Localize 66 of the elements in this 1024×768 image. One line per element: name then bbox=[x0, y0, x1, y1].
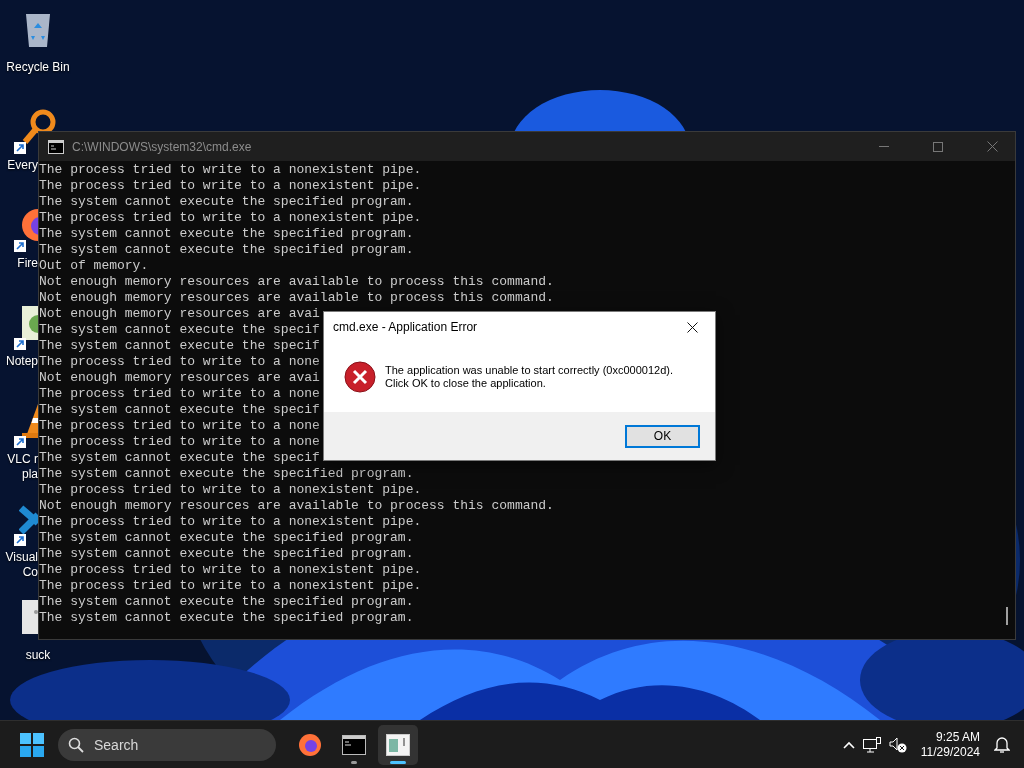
clock[interactable]: 9:25 AM 11/29/2024 bbox=[920, 730, 980, 759]
console-line: The system cannot execute the specified program. bbox=[39, 594, 414, 610]
desktop-icon-label[interactable]: Fire bbox=[0, 256, 38, 271]
clock-time: 9:25 AM bbox=[935, 730, 980, 744]
console-line: The process tried to write to a nonexistent pipe. bbox=[39, 578, 422, 594]
dialog-title: cmd.exe - Application Error bbox=[333, 320, 478, 334]
desktop-icon-label[interactable]: Notep bbox=[0, 354, 38, 369]
speaker-muted-icon[interactable] bbox=[888, 736, 907, 753]
network-icon[interactable] bbox=[862, 736, 881, 753]
console-line: The process tried to write to a nonexistent pipe. bbox=[39, 562, 422, 578]
globe-icon bbox=[298, 732, 322, 757]
traffic-cone-icon bbox=[19, 402, 38, 440]
error-icon bbox=[344, 361, 376, 393]
minimize-icon bbox=[879, 146, 889, 147]
console-line: The system cannot execute the specified program. bbox=[39, 546, 414, 562]
console-line: The process tried to write to a nonexistent pipe. bbox=[39, 482, 422, 498]
desktop-icon-label[interactable]: Every bbox=[0, 158, 38, 173]
scroll-thumb[interactable] bbox=[1006, 607, 1008, 625]
console-line: The process tried to write to a nonexistent pipe. bbox=[39, 514, 422, 530]
desktop-icon-label[interactable]: Visual Co bbox=[0, 550, 38, 580]
console-line: The process tried to write to a none bbox=[39, 418, 320, 434]
search-icon bbox=[68, 736, 84, 753]
file-icon bbox=[19, 598, 38, 636]
console-line: The process tried to write to a nonexistent pipe. bbox=[39, 178, 422, 194]
console-line: The process tried to write to a nonexistent pipe. bbox=[39, 210, 422, 226]
console-line: The system cannot execute the specif bbox=[39, 322, 320, 338]
search-field[interactable]: Search bbox=[58, 728, 276, 761]
console-line: The process tried to write to a none bbox=[39, 434, 320, 450]
console-line: The system cannot execute the specified program. bbox=[39, 530, 414, 546]
ok-button[interactable]: OK bbox=[625, 424, 700, 448]
clock-date: 11/29/2024 bbox=[920, 745, 980, 759]
maximize-icon bbox=[933, 141, 943, 152]
console-line: The system cannot execute the specified program. bbox=[39, 610, 414, 626]
console-line: Not enough memory resources are available to process this command. bbox=[39, 290, 554, 306]
start-icon[interactable] bbox=[20, 732, 44, 757]
desktop-icon-label[interactable]: suck bbox=[25, 648, 51, 663]
taskbar-app-button[interactable] bbox=[378, 724, 418, 765]
desktop-icon-label[interactable]: Recycle Bin bbox=[6, 60, 70, 75]
desktop-icon-label[interactable]: VLC r pla bbox=[0, 452, 38, 482]
console-line: Not enough memory resources are available to process this command. bbox=[39, 274, 554, 290]
running-indicator bbox=[351, 760, 357, 764]
console-line: Not enough memory resources are available to process this command. bbox=[39, 498, 554, 514]
terminal-icon bbox=[342, 734, 366, 755]
close-icon bbox=[686, 321, 698, 333]
console-line: The process tried to write to a nonexistent pipe. bbox=[39, 162, 422, 178]
running-indicator bbox=[390, 760, 406, 764]
error-message: The application was unable to start correctly (0xc000012d). Click OK to close the application. bbox=[385, 364, 673, 390]
console-app-icon bbox=[48, 139, 64, 154]
console-line: The process tried to write to a none bbox=[39, 354, 320, 370]
notepad-icon bbox=[386, 733, 410, 756]
notepad-icon bbox=[19, 304, 38, 342]
console-line: Not enough memory resources are avai bbox=[39, 306, 320, 322]
console-line: The system cannot execute the specif bbox=[39, 450, 320, 466]
console-line: The system cannot execute the specified program. bbox=[39, 226, 414, 242]
console-line: Not enough memory resources are avai bbox=[39, 370, 320, 386]
console-line: The system cannot execute the specified program. bbox=[39, 194, 414, 210]
console-line: Out of memory. bbox=[39, 258, 149, 274]
console-line: The system cannot execute the specified program. bbox=[39, 242, 414, 258]
window-title: C:\WINDOWS\system32\cmd.exe bbox=[72, 139, 252, 154]
bell-icon[interactable] bbox=[994, 735, 1010, 754]
chevron-up-icon[interactable] bbox=[842, 740, 855, 749]
close-icon bbox=[986, 141, 998, 152]
console-line: The system cannot execute the specified program. bbox=[39, 466, 414, 482]
console-line: The system cannot execute the specif bbox=[39, 338, 320, 354]
console-line: The system cannot execute the specif bbox=[39, 402, 320, 418]
console-line: The process tried to write to a none bbox=[39, 386, 320, 402]
